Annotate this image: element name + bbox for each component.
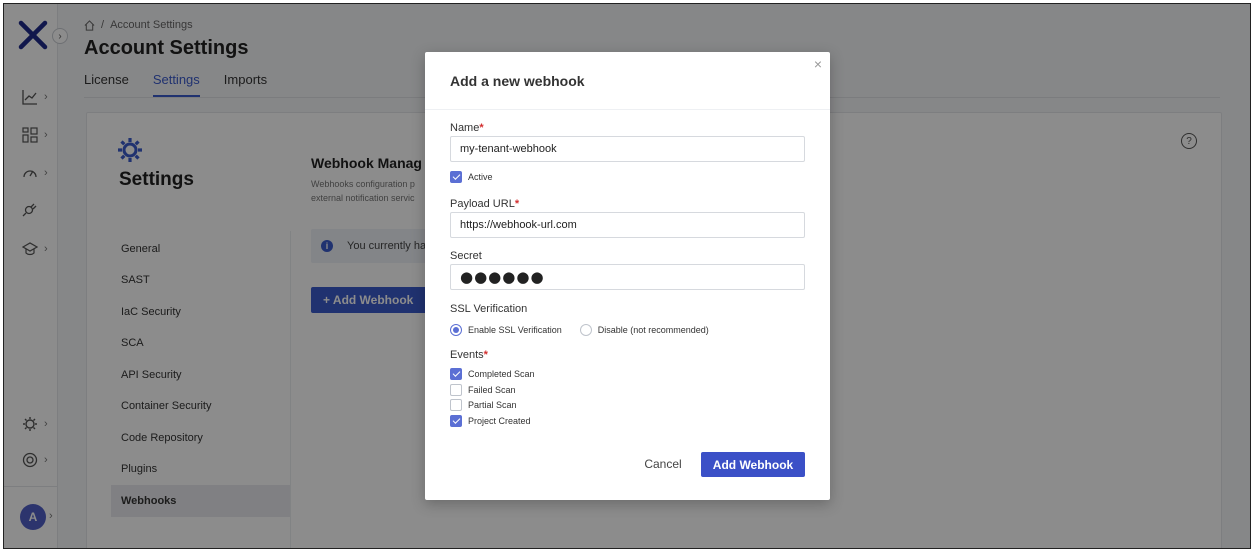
- event-completed-scan-checkbox[interactable]: [450, 368, 462, 380]
- close-icon[interactable]: ×: [811, 57, 825, 71]
- event-completed-scan-row[interactable]: Completed Scan: [450, 368, 535, 380]
- payload-url-input[interactable]: https://webhook-url.com: [450, 212, 805, 238]
- dialog-title: Add a new webhook: [450, 73, 585, 89]
- add-webhook-submit-button[interactable]: Add Webhook: [701, 452, 805, 477]
- event-failed-scan-row[interactable]: Failed Scan: [450, 384, 516, 396]
- ssl-disable-radio[interactable]: [579, 324, 592, 336]
- active-label: Active: [468, 172, 493, 182]
- active-checkbox[interactable]: [450, 171, 462, 183]
- name-input[interactable]: my-tenant-webhook: [450, 136, 805, 162]
- events-label: Events*: [450, 349, 488, 361]
- required-mark: *: [479, 122, 484, 134]
- events-label-text: Events: [450, 349, 484, 361]
- name-label-text: Name: [450, 122, 480, 134]
- event-partial-scan-row[interactable]: Partial Scan: [450, 399, 517, 411]
- add-webhook-dialog: Add a new webhook × Name* my-tenant-webh…: [425, 52, 830, 500]
- payload-url-label-text: Payload URL: [450, 198, 515, 210]
- event-project-created-checkbox[interactable]: [450, 415, 462, 427]
- payload-url-label: Payload URL*: [450, 198, 519, 210]
- app-window: › › › › › › › A › / Account Settings Acc…: [3, 3, 1251, 549]
- secret-label: Secret: [450, 250, 482, 262]
- ssl-enable-radio[interactable]: [450, 324, 462, 336]
- event-failed-scan-checkbox[interactable]: [450, 384, 462, 396]
- event-label: Partial Scan: [468, 400, 517, 410]
- active-checkbox-row[interactable]: Active: [450, 171, 493, 183]
- event-label: Failed Scan: [468, 385, 516, 395]
- event-project-created-row[interactable]: Project Created: [450, 415, 531, 427]
- event-label: Completed Scan: [468, 369, 535, 379]
- ssl-verification-label: SSL Verification: [450, 303, 528, 315]
- event-label: Project Created: [468, 416, 531, 426]
- dialog-header: Add a new webhook ×: [425, 52, 830, 110]
- secret-input[interactable]: ●●●●●●: [450, 264, 805, 290]
- required-mark: *: [514, 198, 520, 210]
- ssl-enable-label[interactable]: Enable SSL Verification: [468, 325, 562, 335]
- cancel-button[interactable]: Cancel: [633, 452, 693, 476]
- name-label: Name*: [450, 122, 484, 134]
- required-mark: *: [483, 349, 488, 361]
- ssl-disable-label[interactable]: Disable (not recommended): [598, 325, 709, 335]
- ssl-radio-group: Enable SSL Verification Disable (not rec…: [450, 324, 709, 336]
- event-partial-scan-checkbox[interactable]: [450, 399, 462, 411]
